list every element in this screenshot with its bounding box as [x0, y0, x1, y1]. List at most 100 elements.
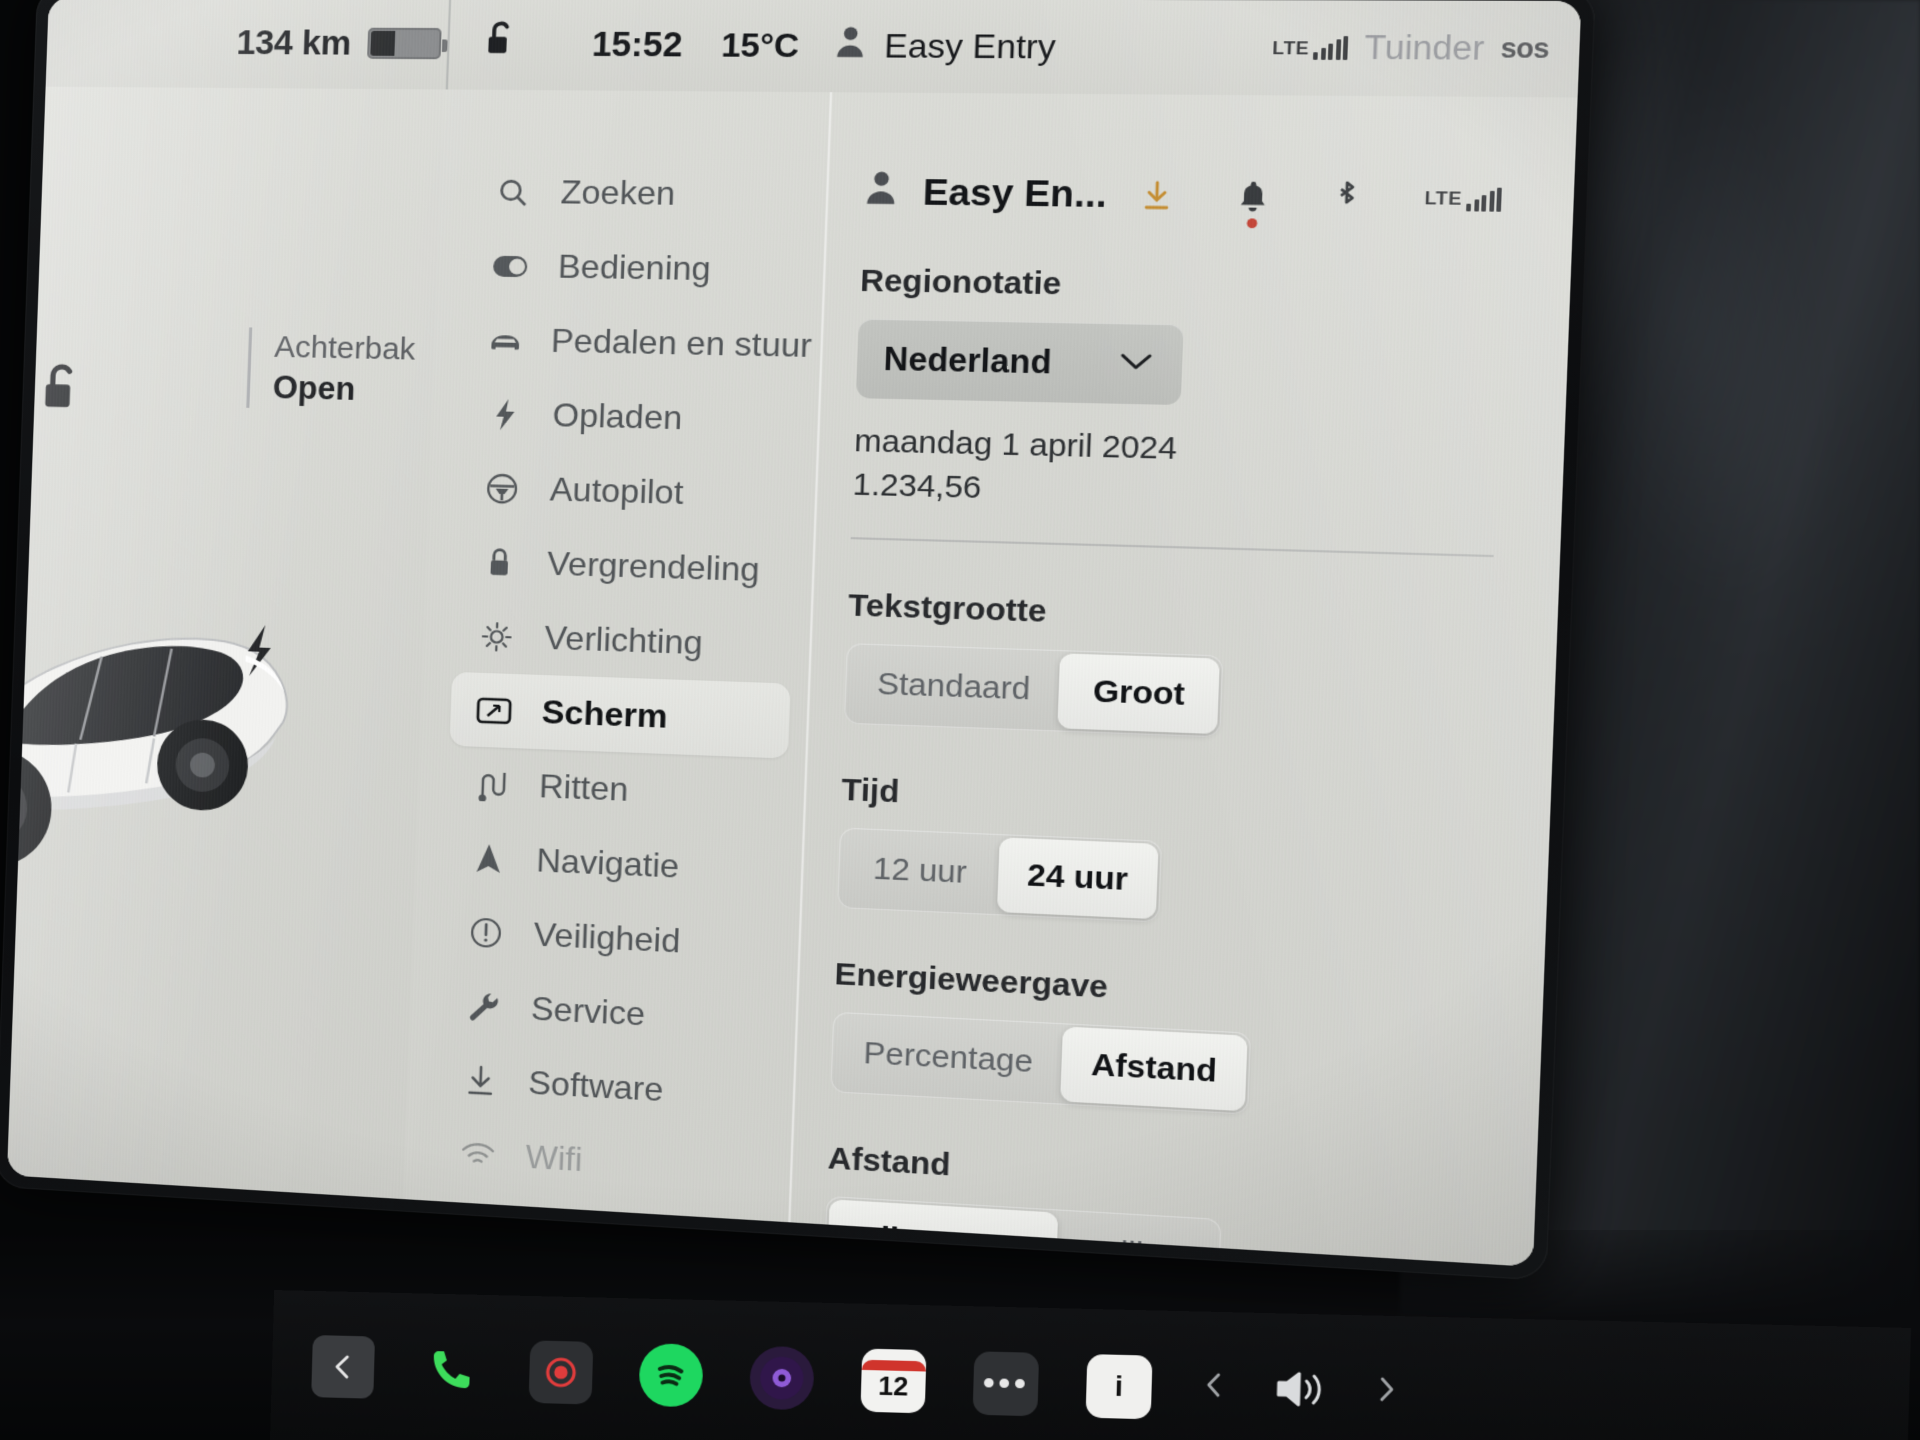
toggle-icon	[490, 254, 531, 278]
energy-display-segmented-control: Percentage Afstand	[830, 1011, 1252, 1115]
tesla-model-y-icon[interactable]	[6, 482, 387, 929]
sidebar-item-label: Navigatie	[535, 841, 680, 886]
sidebar-item-label: Service	[530, 989, 646, 1033]
sidebar-item-label: Opladen	[551, 395, 683, 437]
sidebar-item-pedalen-en-stuur[interactable]: Pedalen en stuur	[463, 302, 813, 383]
clock-label[interactable]: 15:52	[546, 24, 702, 65]
trunk-status: Achterbak Open	[246, 327, 438, 413]
chevron-left-icon[interactable]	[1200, 1369, 1229, 1409]
phone-app[interactable]	[420, 1338, 484, 1402]
back-button[interactable]	[311, 1335, 376, 1399]
time-format-option-12[interactable]: 12 uur	[840, 831, 999, 912]
search-icon	[492, 176, 533, 208]
energy-display-section: Energieweergave Percentage Afstand	[830, 956, 1543, 1130]
lcd-panel: 134 km 15:52 15°C Easy Entry LTE Tuinder…	[6, 0, 1582, 1267]
calendar-day-label: 12	[877, 1369, 909, 1402]
sidebar-item-autopilot[interactable]: Autopilot	[457, 450, 799, 533]
region-notation-section: Regionotatie Nederland maandag 1 april 2…	[850, 263, 1571, 558]
unlock-icon[interactable]	[38, 360, 87, 421]
sidebar-item-zoeken[interactable]: Zoeken	[468, 154, 810, 233]
lte-signal-icon: LTE	[1424, 186, 1502, 212]
section-title: Tekstgrootte	[847, 587, 1048, 630]
vehicle-visualization-pane: Achterbak Open	[6, 86, 444, 1200]
text-size-option-groot[interactable]: Groot	[1057, 653, 1221, 734]
sidebar-item-opladen[interactable]: Opladen	[460, 376, 802, 458]
sos-button[interactable]: sos	[1500, 33, 1550, 65]
screen-bezel: 134 km 15:52 15°C Easy Entry LTE Tuinder…	[0, 0, 1596, 1281]
bolt-icon	[484, 397, 525, 431]
sidebar-item-label: Wifi	[524, 1137, 584, 1179]
status-bar: 134 km 15:52 15°C Easy Entry LTE Tuinder…	[45, 0, 1582, 98]
wrench-icon	[463, 989, 504, 1024]
software-download-icon[interactable]	[1139, 178, 1174, 213]
sidebar-item-label: Verlichting	[543, 618, 704, 662]
text-size-segmented-control: Standaard Groot	[843, 642, 1224, 738]
person-icon	[833, 24, 867, 67]
navigation-icon	[468, 841, 509, 876]
driver-profile-label: Easy Entry	[883, 26, 1057, 66]
sidebar-item-ritten[interactable]: Ritten	[447, 746, 788, 834]
section-title: Tijd	[840, 772, 900, 810]
text-size-option-standaard[interactable]: Standaard	[847, 646, 1060, 728]
page-title: Easy En...	[922, 171, 1108, 215]
tesla-touchscreen: 134 km 15:52 15°C Easy Entry LTE Tuinder…	[0, 0, 1596, 1281]
sidebar-item-label: Veiligheid	[533, 915, 682, 960]
detail-header: Easy En... LTE	[863, 169, 1575, 228]
chevron-down-icon	[1116, 349, 1155, 379]
section-divider	[850, 536, 1494, 557]
sidebar-item-label: Vergrendeling	[546, 544, 761, 589]
status-range-group[interactable]: 134 km	[47, 22, 442, 63]
route-icon	[471, 767, 512, 802]
time-format-section: Tijd 12 uur 24 uur	[837, 772, 1551, 940]
region-preview: maandag 1 april 2024 1.234,56	[852, 419, 1565, 526]
region-selected-value: Nederland	[883, 339, 1053, 381]
calendar-app[interactable]: 12	[860, 1348, 927, 1414]
outside-temperature-label[interactable]: 15°C	[701, 25, 819, 65]
trunk-state-label: Open	[272, 369, 357, 408]
screenshot-root: 134 km 15:52 15°C Easy Entry LTE Tuinder…	[0, 0, 1920, 1440]
battery-icon	[367, 27, 442, 60]
detail-header-icons: LTE	[1139, 177, 1574, 228]
info-label: i	[1114, 1370, 1124, 1403]
sidebar-item-label: Scherm	[541, 692, 669, 736]
download-icon	[460, 1062, 501, 1097]
chevron-right-icon[interactable]	[1372, 1373, 1401, 1413]
lock-status-button[interactable]	[455, 19, 548, 70]
display-icon	[473, 695, 514, 726]
section-title: Regionotatie	[859, 263, 1062, 302]
sidebar-item-vergrendeling[interactable]: Vergrendeling	[455, 524, 796, 608]
map-label-ghost: Tuinder	[1363, 28, 1486, 68]
region-dropdown[interactable]: Nederland	[855, 318, 1184, 406]
driver-profile-button[interactable]: Easy Entry	[818, 24, 1057, 68]
notification-bell-icon[interactable]	[1236, 179, 1269, 228]
sidebar-item-label: Software	[527, 1063, 665, 1109]
sidebar-item-label: Zoeken	[560, 173, 676, 213]
time-format-option-24[interactable]: 24 uur	[996, 837, 1159, 919]
sidebar-item-verlichting[interactable]: Verlichting	[452, 598, 793, 684]
time-format-segmented-control: 12 uur 24 uur	[837, 827, 1163, 923]
steering-icon	[481, 471, 522, 505]
energy-display-option-afstand[interactable]: Afstand	[1060, 1026, 1248, 1112]
sidebar-item-bediening[interactable]: Bediening	[465, 228, 807, 308]
text-size-section: Tekstgrootte Standaard Groot	[843, 587, 1558, 750]
display-settings-detail: Easy En... LTE Regionotatie Nederland ma…	[788, 92, 1577, 1267]
settings-sheet: Zoeken Bediening Pedalen en stuur Oplade…	[403, 89, 1578, 1267]
info-panel-button[interactable]: i	[1085, 1354, 1153, 1420]
unlock-icon	[483, 19, 521, 69]
status-right-group: LTE Tuinder sos	[1272, 28, 1581, 69]
media-app[interactable]	[749, 1345, 815, 1411]
brightness-icon	[476, 619, 517, 654]
person-icon	[863, 169, 900, 215]
detail-title-group[interactable]: Easy En...	[863, 169, 1108, 218]
sidebar-item-scherm[interactable]: Scherm	[449, 671, 791, 759]
volume-icon[interactable]	[1272, 1365, 1329, 1417]
energy-display-option-percentage[interactable]: Percentage	[834, 1015, 1064, 1101]
notification-badge	[1246, 217, 1258, 228]
more-apps-button[interactable]: •••	[972, 1351, 1040, 1417]
dashcam-app[interactable]	[528, 1340, 594, 1405]
sidebar-item-label: Ritten	[538, 766, 630, 809]
battery-range-label: 134 km	[235, 23, 352, 62]
spotify-app[interactable]	[638, 1343, 704, 1408]
bluetooth-icon[interactable]	[1332, 179, 1361, 216]
volume-controls	[1199, 1364, 1920, 1433]
